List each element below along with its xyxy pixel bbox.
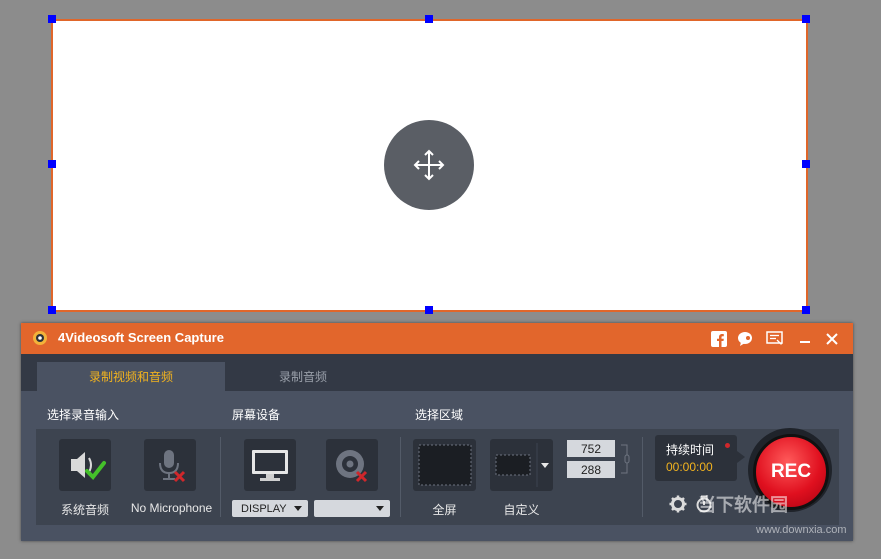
screen-device-heading: 屏幕设备	[232, 408, 281, 422]
close-icon[interactable]	[823, 330, 840, 347]
fullscreen-button[interactable]	[413, 439, 476, 491]
webcam-select[interactable]	[314, 500, 390, 517]
microphone-button[interactable]	[144, 439, 196, 491]
duration-box: 持续时间 00:00:00	[655, 435, 737, 481]
move-icon	[413, 149, 445, 181]
tab-record-audio[interactable]: 录制音频	[209, 362, 397, 391]
register-icon[interactable]	[766, 330, 783, 347]
watermark-url: www.downxia.com	[756, 524, 847, 536]
resize-handle-top[interactable]	[425, 15, 433, 23]
watermark-text: 当下软件园	[698, 495, 788, 516]
tab-record-video-audio[interactable]: 录制视频和音频	[37, 362, 225, 391]
app-logo-icon	[33, 331, 47, 345]
minimize-icon[interactable]	[796, 330, 813, 347]
resize-handle-top-right[interactable]	[802, 15, 810, 23]
resize-handle-right[interactable]	[802, 160, 810, 168]
webcam-icon	[336, 450, 368, 483]
recording-indicator-icon	[725, 443, 730, 448]
duration-pointer	[737, 451, 745, 463]
display-select-value: DISPLAY	[241, 502, 287, 515]
link-ratio-icon[interactable]	[619, 441, 633, 477]
divider	[400, 437, 401, 517]
height-input[interactable]: 288	[567, 461, 615, 478]
tab-bar: 录制视频和音频 录制音频	[21, 354, 853, 391]
resize-handle-bottom-left[interactable]	[48, 306, 56, 314]
resize-handle-bottom[interactable]	[425, 306, 433, 314]
speaker-icon	[71, 452, 106, 481]
select-area-heading: 选择区域	[415, 408, 464, 422]
audio-input-heading: 选择录音输入	[47, 408, 120, 422]
display-button[interactable]	[244, 439, 296, 491]
settings-gear-icon[interactable]	[669, 495, 687, 513]
fullscreen-label: 全屏	[432, 503, 457, 517]
custom-area-icon	[495, 443, 549, 487]
webcam-button[interactable]	[326, 439, 378, 491]
monitor-icon	[252, 450, 288, 481]
microphone-icon	[159, 450, 186, 483]
divider	[220, 437, 221, 517]
resize-handle-top-left[interactable]	[48, 15, 56, 23]
resize-handle-left[interactable]	[48, 160, 56, 168]
app-title: 4Videosoft Screen Capture	[58, 330, 224, 345]
chevron-down-icon	[376, 506, 384, 511]
system-audio-label: 系统音频	[60, 503, 109, 517]
chevron-down-icon	[294, 506, 302, 511]
microphone-label: No Microphone	[130, 501, 213, 515]
move-handle[interactable]	[384, 120, 474, 210]
chat-icon[interactable]	[737, 330, 754, 347]
width-input[interactable]: 752	[567, 440, 615, 457]
facebook-icon[interactable]	[710, 330, 727, 347]
resize-handle-bottom-right[interactable]	[802, 306, 810, 314]
duration-label: 持续时间	[666, 443, 715, 457]
system-audio-button[interactable]	[59, 439, 111, 491]
divider	[642, 437, 643, 517]
title-bar[interactable]: 4Videosoft Screen Capture	[21, 323, 853, 354]
duration-value: 00:00:00	[666, 460, 713, 474]
custom-area-button[interactable]	[490, 439, 553, 491]
display-select[interactable]: DISPLAY	[232, 500, 308, 517]
custom-area-label: 自定义	[503, 503, 540, 517]
fullscreen-icon	[418, 444, 471, 486]
